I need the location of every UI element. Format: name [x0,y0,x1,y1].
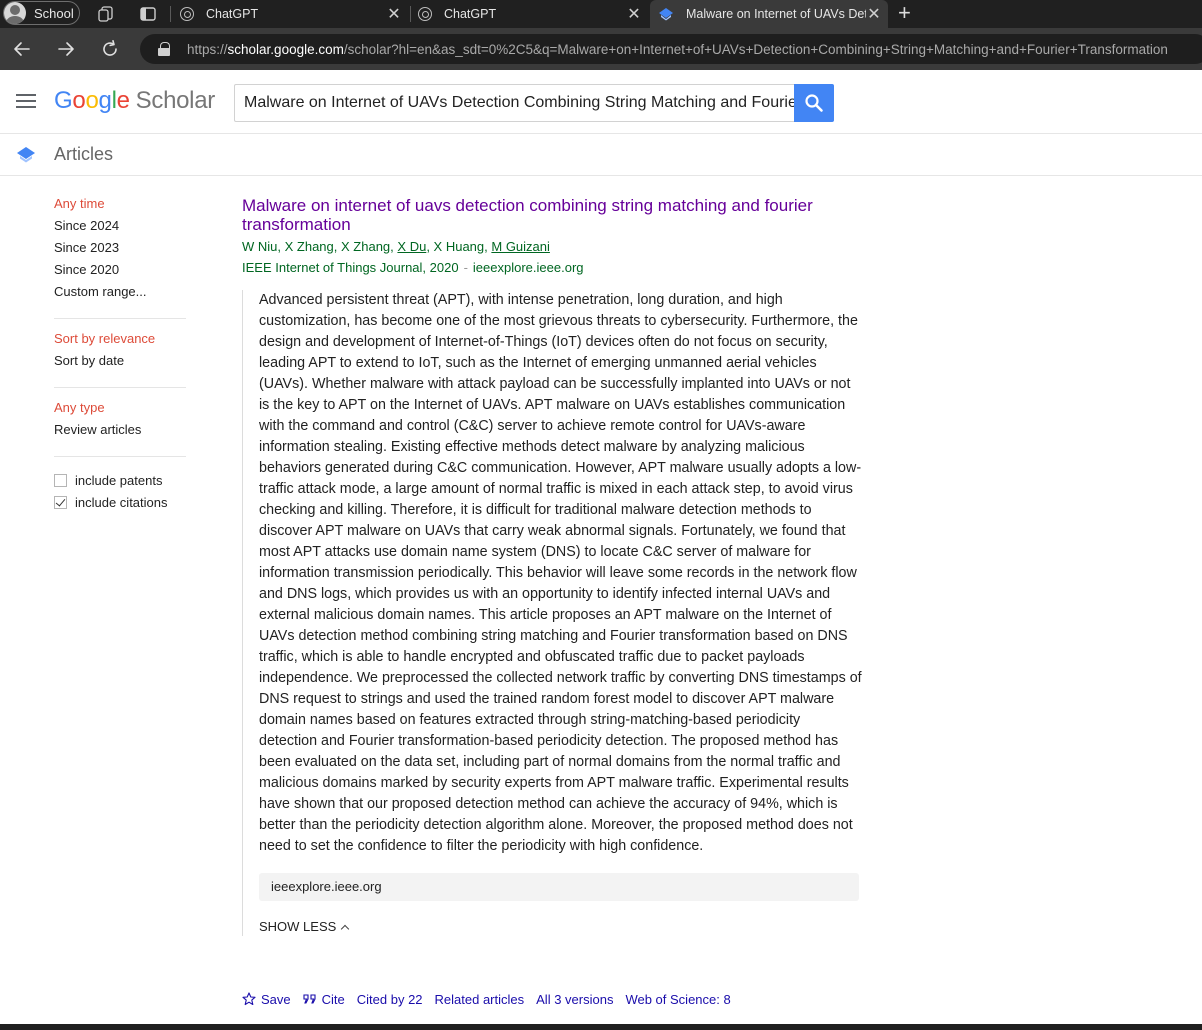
graduation-cap-icon [17,147,35,163]
logo-scholar: Scholar [135,87,216,114]
filter-custom-range[interactable]: Custom range... [54,284,189,306]
related-articles-link[interactable]: Related articles [435,992,525,1007]
lock-icon[interactable] [158,42,172,56]
chevron-up-icon [341,924,350,933]
search-result: Malware on internet of uavs detection co… [242,196,862,936]
include-citations-option[interactable]: include citations [54,491,189,513]
profile-button[interactable]: School [3,1,80,25]
tab-title: ChatGPT [444,7,497,21]
filter-since-2024[interactable]: Since 2024 [54,218,189,240]
scholar-favicon [659,8,673,21]
search-field-wrapper [234,84,795,122]
author: X Huang [433,239,485,254]
url-text: https://scholar.google.com/scholar?hl=en… [187,41,1168,57]
result-authors: W Niu, X Zhang, X Zhang, X Du, X Huang, … [242,239,550,254]
abstract-panel: Advanced persistent threat (APT), with i… [242,290,862,936]
author: X Zhang [284,239,334,254]
sort-by-relevance[interactable]: Sort by relevance [54,331,189,353]
result-actions: Save Cite Cited by 22 Related articles A… [242,990,743,1008]
section-title-articles: Articles [54,144,114,164]
divider [54,456,186,457]
cited-by-link[interactable]: Cited by 22 [357,992,423,1007]
tab-actions-icon[interactable] [139,5,157,23]
workspaces-icon[interactable] [97,5,115,23]
search-input[interactable] [244,94,795,112]
venue-source: ieeexplore.ieee.org [472,260,584,275]
chatgpt-favicon [418,7,432,21]
profile-label: School [34,5,74,21]
tab-scholar-active[interactable]: Malware on Internet of UAVs Detection Co… [650,0,888,28]
filter-any-type[interactable]: Any type [54,400,189,422]
close-icon[interactable]: ✕ [626,4,642,24]
show-less-button[interactable]: SHOW LESS [259,918,862,936]
include-patents-label: include patents [75,472,163,488]
web-of-science-link[interactable]: Web of Science: 8 [625,992,730,1007]
google-scholar-logo[interactable]: Google Scholar [54,87,215,115]
show-less-label: SHOW LESS [259,919,337,934]
filter-review-articles[interactable]: Review articles [54,422,189,444]
profile-avatar-icon [4,2,26,24]
new-tab-button[interactable]: + [898,2,911,24]
tab-chatgpt-2[interactable]: ChatGPT ✕ [418,0,642,28]
logo-google: Google [54,87,130,114]
tab-title: Malware on Internet of UAVs Detection Co… [686,7,866,21]
result-venue: IEEE Internet of Things Journal, 2020- ie… [242,260,862,276]
divider [54,318,186,319]
venue-text: IEEE Internet of Things Journal, 2020 [242,260,459,275]
back-arrow-icon[interactable] [12,39,32,59]
forward-arrow-icon[interactable] [56,39,76,59]
search-button[interactable] [794,84,834,122]
close-icon[interactable]: ✕ [386,4,402,24]
url-field[interactable]: https://scholar.google.com/scholar?hl=en… [140,34,1202,64]
section-bar: Articles [0,134,1202,176]
window-bottom-edge [0,1024,1202,1030]
scholar-header: Google Scholar [0,70,1202,134]
abstract-text: Advanced persistent threat (APT), with i… [259,292,862,854]
chatgpt-favicon [180,7,194,21]
all-versions-link[interactable]: All 3 versions [536,992,613,1007]
include-citations-label: include citations [75,494,168,510]
close-icon[interactable]: ✕ [866,4,882,24]
tab-chatgpt-1[interactable]: ChatGPT ✕ [180,0,402,28]
include-citations-checkbox[interactable] [54,495,67,509]
filter-since-2020[interactable]: Since 2020 [54,262,189,284]
divider [54,387,186,388]
cite-button[interactable]: Cite [303,992,345,1007]
address-bar-row: https://scholar.google.com/scholar?hl=en… [0,28,1202,70]
tab-title: ChatGPT [206,7,259,21]
author: W Niu [242,239,278,254]
refresh-icon[interactable] [100,39,120,59]
filter-any-time[interactable]: Any time [54,196,189,218]
filter-since-2023[interactable]: Since 2023 [54,240,189,262]
full-text-source-link[interactable]: ieeexplore.ieee.org [259,873,859,901]
quote-icon [303,994,316,1004]
cite-label: Cite [321,991,345,1007]
result-title-link[interactable]: Malware on internet of uavs detection co… [242,196,862,234]
include-patents-option[interactable]: include patents [54,469,189,491]
venue-separator: - [463,260,468,275]
hamburger-menu-icon[interactable] [16,94,36,108]
browser-tab-bar: School ChatGPT ✕ ChatGPT ✕ Malware on In… [0,0,1202,28]
save-button[interactable]: Save [242,992,291,1007]
star-icon [242,992,256,1006]
sort-by-date[interactable]: Sort by date [54,353,189,375]
filter-sidebar: Any time Since 2024 Since 2023 Since 202… [54,196,189,513]
author-link[interactable]: M Guizani [491,239,550,254]
author-link[interactable]: X Du [397,239,426,254]
include-patents-checkbox[interactable] [54,473,67,487]
save-label: Save [261,991,291,1007]
search-icon [805,94,823,112]
author: X Zhang [341,239,391,254]
